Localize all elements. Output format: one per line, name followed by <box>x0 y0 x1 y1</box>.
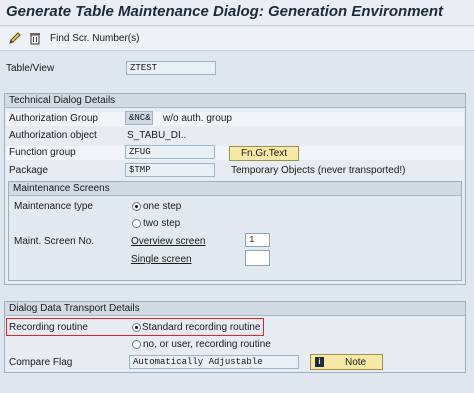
overview-screen-field[interactable]: 1 <box>245 233 270 247</box>
table-view-label: Table/View <box>6 63 55 74</box>
maintenance-type-label: Maintenance type <box>14 201 93 212</box>
auth-group-label: Authorization Group <box>9 113 98 124</box>
table-view-field[interactable]: ZTEST <box>126 61 216 75</box>
maintenance-screens-title: Maintenance Screens <box>9 182 461 196</box>
fn-gr-text-button[interactable]: Fn.Gr.Text <box>229 146 299 161</box>
auth-group-field[interactable]: &NC& <box>125 111 153 125</box>
auth-object-value: S_TABU_DI.. <box>127 130 187 141</box>
window-title: Generate Table Maintenance Dialog: Gener… <box>6 3 444 20</box>
two-step-radio[interactable] <box>132 219 141 228</box>
compare-flag-field[interactable]: Automatically Adjustable <box>129 355 299 369</box>
find-screen-numbers-button[interactable]: Find Scr. Number(s) <box>50 33 139 44</box>
function-group-field[interactable]: ZFUG <box>125 145 215 159</box>
note-button[interactable]: i Note <box>310 354 383 370</box>
standard-recording-label: Standard recording routine <box>142 322 261 333</box>
auth-object-label: Authorization object <box>9 130 97 141</box>
one-step-label: one step <box>143 201 182 212</box>
two-step-label: two step <box>143 218 181 229</box>
compare-flag-label: Compare Flag <box>9 357 73 368</box>
no-user-recording-radio[interactable] <box>132 340 141 349</box>
transport-details-title: Dialog Data Transport Details <box>5 302 465 316</box>
package-field[interactable]: $TMP <box>125 163 215 177</box>
recording-routine-label: Recording routine <box>9 322 88 333</box>
toolbar: Find Scr. Number(s) <box>0 27 474 51</box>
pencil-icon[interactable] <box>8 31 22 45</box>
single-screen-label: Single screen <box>131 254 192 265</box>
maintenance-screens-group: Maintenance Screens <box>8 181 462 281</box>
package-label: Package <box>9 165 48 176</box>
package-desc: Temporary Objects (never transported!) <box>231 165 406 176</box>
title-bar: Generate Table Maintenance Dialog: Gener… <box>0 0 474 26</box>
function-group-label: Function group <box>9 147 76 158</box>
info-icon: i <box>315 357 324 367</box>
maint-screen-no-label: Maint. Screen No. <box>14 236 95 247</box>
note-button-label: Note <box>345 357 367 368</box>
no-user-recording-label: no, or user, recording routine <box>143 339 271 350</box>
single-screen-field[interactable] <box>245 250 270 266</box>
technical-dialog-title: Technical Dialog Details <box>5 94 465 108</box>
standard-recording-radio[interactable] <box>132 323 141 332</box>
auth-group-desc: w/o auth. group <box>163 113 232 124</box>
one-step-radio[interactable] <box>132 202 141 211</box>
overview-screen-label: Overview screen <box>131 236 206 247</box>
trash-icon[interactable] <box>28 31 42 45</box>
